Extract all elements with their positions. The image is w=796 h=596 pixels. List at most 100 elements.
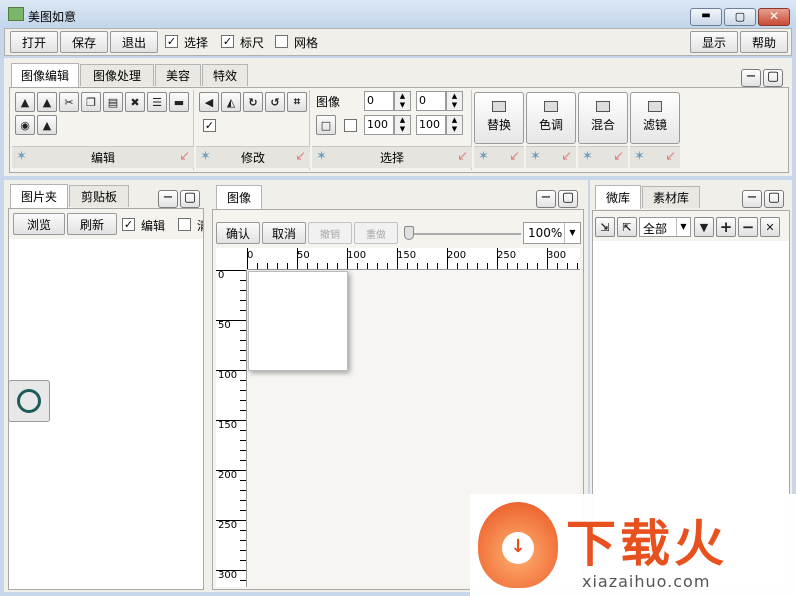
landscape-icon[interactable]: ▲ — [37, 115, 57, 135]
blend-button[interactable]: 混合 — [578, 92, 628, 144]
center-minimize-button[interactable]: − — [536, 190, 556, 208]
redo-button[interactable]: 重做 — [354, 222, 398, 244]
tab-micro-library[interactable]: 微库 — [595, 185, 641, 209]
display-button[interactable]: 显示 — [690, 31, 738, 53]
expand-arrow-icon[interactable]: ↙ — [665, 149, 676, 164]
export-icon[interactable]: ⇱ — [617, 217, 637, 237]
cut-icon[interactable]: ✂ — [59, 92, 79, 112]
copy-icon[interactable]: ❐ — [81, 92, 101, 112]
rotate-right-icon[interactable]: ↻ — [243, 92, 263, 112]
ruler-tick — [240, 500, 246, 501]
grid-checkbox[interactable] — [275, 35, 288, 48]
close-button[interactable]: ✕ — [758, 8, 790, 26]
ruler-h-label: 50 — [297, 250, 310, 261]
edit-checkbox[interactable]: ✓ — [122, 218, 135, 231]
flip-left-icon[interactable]: ◀ — [199, 92, 219, 112]
select-checkbox-2[interactable] — [344, 119, 357, 132]
tone-button[interactable]: 色调 — [526, 92, 576, 144]
tab-beauty[interactable]: 美容 — [155, 64, 201, 86]
maximize-button[interactable]: ▢ — [724, 8, 756, 26]
select-x-stepper[interactable]: ▲ ▼ — [394, 91, 411, 111]
exit-button[interactable]: 退出 — [110, 31, 158, 53]
select-w-stepper[interactable]: ▲ ▼ — [394, 115, 411, 135]
select-x-input[interactable]: 0 — [364, 91, 394, 111]
minimize-button[interactable]: ▬ — [690, 8, 722, 26]
tab-effects[interactable]: 特效 — [202, 64, 248, 86]
undo-button[interactable]: 撤销 — [308, 222, 352, 244]
ruler-tick — [240, 580, 246, 581]
confirm-button[interactable]: 确认 — [216, 222, 260, 244]
select-y-input[interactable]: 0 — [416, 91, 446, 111]
ruler-tick — [327, 263, 328, 269]
floating-circle-button[interactable] — [8, 380, 50, 422]
ruler-tick — [240, 330, 246, 331]
clear-checkbox[interactable] — [178, 218, 191, 231]
ribbon-restore-button[interactable]: ▢ — [763, 69, 783, 87]
expand-arrow-icon[interactable]: ↙ — [613, 149, 624, 164]
add-icon[interactable]: + — [716, 217, 736, 237]
camera-icon[interactable]: ◉ — [15, 115, 35, 135]
image-canvas[interactable] — [248, 271, 348, 371]
modify-group-label: 修改 — [240, 151, 265, 165]
vertical-ruler: 0 50 100 150 200 250 300 — [216, 270, 247, 587]
insert-image-icon[interactable]: ▲ — [15, 92, 35, 112]
rotate-left-icon[interactable]: ↺ — [265, 92, 285, 112]
ruler-tick — [240, 560, 246, 561]
expand-arrow-icon[interactable]: ↙ — [509, 149, 520, 164]
right-restore-button[interactable]: ▢ — [764, 190, 784, 208]
filter-footer: ✶ ↙ — [630, 146, 680, 168]
ruler-tick — [240, 510, 246, 511]
select-w-input[interactable]: 100 — [364, 115, 394, 135]
ruler-tick — [547, 248, 548, 269]
mirror-icon[interactable]: ◭ — [221, 92, 241, 112]
delete-icon[interactable]: ✖ — [125, 92, 145, 112]
zoom-select[interactable]: 100% ▼ — [523, 222, 581, 244]
paste-icon[interactable]: ▤ — [103, 92, 123, 112]
tab-material-library[interactable]: 素材库 — [642, 186, 700, 208]
replace-button[interactable]: 替换 — [474, 92, 524, 144]
tab-image[interactable]: 图像 — [216, 185, 262, 209]
open-button[interactable]: 打开 — [10, 31, 58, 53]
center-restore-button[interactable]: ▢ — [558, 190, 578, 208]
select-rect-icon[interactable]: □ — [316, 115, 336, 135]
filter-button[interactable]: 滤镜 — [630, 92, 680, 144]
insert-photo-icon[interactable]: ▲ — [37, 92, 57, 112]
cancel-button[interactable]: 取消 — [262, 222, 306, 244]
ruler-tick — [240, 300, 246, 301]
tab-image-process[interactable]: 图像处理 — [80, 64, 154, 86]
ruler-tick — [240, 310, 246, 311]
select-h-stepper[interactable]: ▲ ▼ — [446, 115, 463, 135]
tab-image-edit[interactable]: 图像编辑 — [11, 63, 79, 87]
zoom-slider-thumb[interactable] — [404, 226, 414, 240]
ruler-tick — [307, 263, 308, 269]
split-h-icon[interactable]: ☰ — [147, 92, 167, 112]
expand-arrow-icon[interactable]: ↙ — [179, 149, 190, 164]
chevron-down-icon: ▼ — [676, 218, 690, 236]
zoom-slider-track[interactable] — [405, 233, 521, 235]
ruler-checkbox[interactable]: ✓ — [221, 35, 234, 48]
split-v-icon[interactable]: ▬ — [169, 92, 189, 112]
expand-arrow-icon[interactable]: ↙ — [295, 149, 306, 164]
ribbon-minimize-button[interactable]: − — [741, 69, 761, 87]
select-checkbox[interactable]: ✓ — [165, 35, 178, 48]
save-button[interactable]: 保存 — [60, 31, 108, 53]
select-h-input[interactable]: 100 — [416, 115, 446, 135]
right-minimize-button[interactable]: − — [742, 190, 762, 208]
browse-button[interactable]: 浏览 — [13, 213, 65, 235]
tab-clipboard[interactable]: 剪贴板 — [69, 185, 129, 207]
left-restore-button[interactable]: ▢ — [180, 190, 200, 208]
help-button[interactable]: 帮助 — [740, 31, 788, 53]
delete-x-icon[interactable]: ✕ — [760, 217, 780, 237]
remove-icon[interactable]: − — [738, 217, 758, 237]
category-select[interactable]: 全部 ▼ — [639, 217, 691, 237]
refresh-button[interactable]: 刷新 — [67, 213, 117, 235]
left-minimize-button[interactable]: − — [158, 190, 178, 208]
expand-arrow-icon[interactable]: ↙ — [561, 149, 572, 164]
expand-arrow-icon[interactable]: ↙ — [457, 149, 468, 164]
crop-icon[interactable]: ⌗ — [287, 92, 307, 112]
collapse-icon[interactable]: ▼ — [694, 217, 714, 237]
tab-folder[interactable]: 图片夹 — [10, 184, 68, 208]
modify-checkbox[interactable]: ✓ — [203, 119, 216, 132]
import-icon[interactable]: ⇲ — [595, 217, 615, 237]
select-y-stepper[interactable]: ▲ ▼ — [446, 91, 463, 111]
